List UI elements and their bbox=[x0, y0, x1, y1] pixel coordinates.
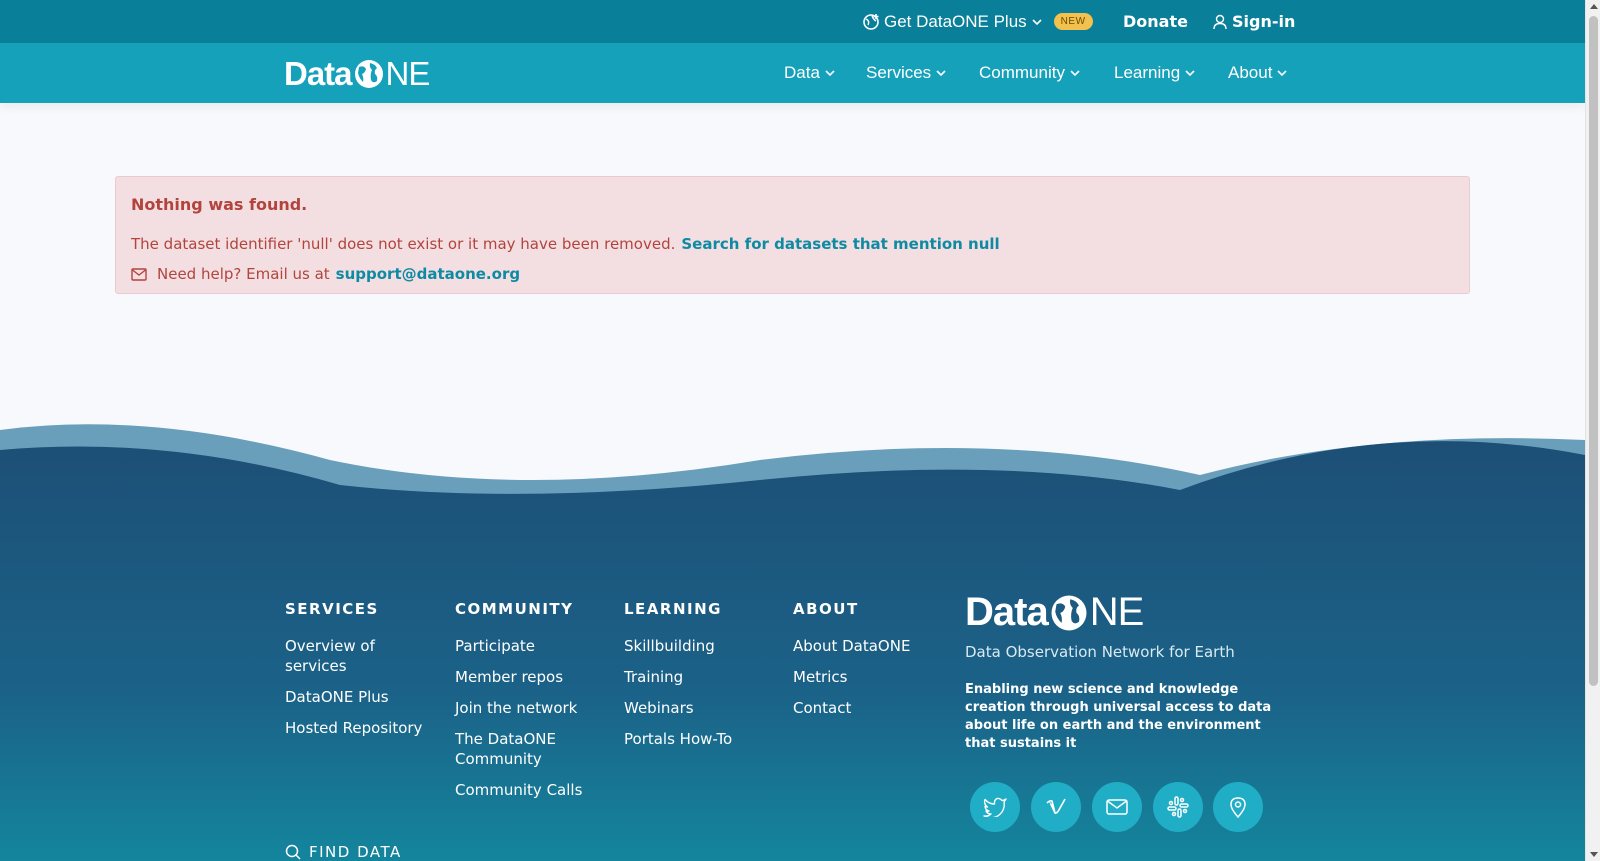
footer-logo[interactable]: Data NE bbox=[965, 590, 1295, 635]
chevron-down-icon bbox=[1277, 70, 1288, 77]
scroll-up-arrow[interactable] bbox=[1590, 4, 1598, 9]
footer-community: COMMUNITY Participate Member repos Join … bbox=[455, 600, 605, 811]
footer-link-about-dataone[interactable]: About DataONE bbox=[793, 636, 943, 656]
footer-heading-about: ABOUT bbox=[793, 600, 859, 618]
vimeo-button[interactable] bbox=[1031, 782, 1081, 832]
logo-data-text: Data bbox=[284, 55, 353, 92]
nav-about-label: About bbox=[1228, 63, 1273, 82]
find-data-link[interactable]: FIND DATA bbox=[285, 843, 402, 861]
get-dataone-plus-menu[interactable]: Get DataONE Plus NEW bbox=[862, 0, 1093, 43]
nav-learning[interactable]: Learning bbox=[1114, 43, 1195, 103]
donate-link[interactable]: Donate bbox=[1123, 0, 1188, 43]
footer-about: ABOUT About DataONE Metrics Contact bbox=[793, 600, 943, 729]
alert-title: Nothing was found. bbox=[131, 195, 308, 214]
chevron-down-icon bbox=[1032, 18, 1042, 25]
footer-link-participate[interactable]: Participate bbox=[455, 636, 605, 656]
chevron-down-icon bbox=[1185, 70, 1195, 77]
nav-services-label: Services bbox=[866, 63, 932, 82]
footer-link-metrics[interactable]: Metrics bbox=[793, 667, 943, 687]
sign-in-label: Sign-in bbox=[1232, 12, 1296, 31]
twitter-icon bbox=[983, 797, 1007, 817]
footer-link-portals-howto[interactable]: Portals How-To bbox=[624, 729, 774, 749]
globe-icon bbox=[1051, 595, 1087, 630]
nav-data[interactable]: Data bbox=[784, 43, 835, 103]
alert-message-text: The dataset identifier 'null' does not e… bbox=[131, 235, 676, 253]
footer-heading-community: COMMUNITY bbox=[455, 600, 574, 618]
location-icon bbox=[1230, 797, 1246, 818]
logo-ne-text: NE bbox=[385, 55, 431, 92]
footer-heading-learning: LEARNING bbox=[624, 600, 722, 618]
alert-help: Need help? Email us at support@dataone.o… bbox=[131, 265, 520, 283]
nav-community-label: Community bbox=[979, 63, 1065, 82]
dataone-logo[interactable]: Data NE bbox=[284, 55, 431, 93]
nav-services[interactable]: Services bbox=[866, 43, 946, 103]
not-found-alert: Nothing was found. The dataset identifie… bbox=[115, 176, 1470, 294]
mail-icon bbox=[1106, 799, 1128, 815]
footer-logo-ne-text: NE bbox=[1089, 590, 1145, 634]
new-badge: NEW bbox=[1053, 13, 1093, 30]
vimeo-icon bbox=[1046, 798, 1066, 814]
footer-link-overview[interactable]: Overview of services bbox=[285, 636, 435, 676]
footer-link-training[interactable]: Training bbox=[624, 667, 774, 687]
footer-link-contact[interactable]: Contact bbox=[793, 698, 943, 718]
nav-data-label: Data bbox=[784, 63, 820, 82]
chevron-down-icon bbox=[825, 70, 835, 77]
sign-in-link[interactable]: Sign-in bbox=[1213, 0, 1295, 43]
help-prefix: Need help? Email us at bbox=[157, 265, 330, 283]
footer-services: SERVICES Overview of services DataONE Pl… bbox=[285, 600, 435, 749]
footer-link-dataone-community[interactable]: The DataONE Community bbox=[455, 729, 605, 769]
footer-link-member-repos[interactable]: Member repos bbox=[455, 667, 605, 687]
footer-link-skillbuilding[interactable]: Skillbuilding bbox=[624, 636, 774, 656]
scroll-down-arrow[interactable] bbox=[1590, 852, 1598, 857]
footer-link-community-calls[interactable]: Community Calls bbox=[455, 780, 605, 800]
footer-tagline: Data Observation Network for Earth bbox=[965, 643, 1235, 661]
find-data-label: FIND DATA bbox=[309, 843, 402, 861]
get-dataone-plus-label: Get DataONE Plus bbox=[884, 11, 1027, 31]
location-button[interactable] bbox=[1213, 782, 1263, 832]
envelope-icon bbox=[131, 267, 147, 281]
globe-plus-icon bbox=[863, 13, 879, 30]
search-datasets-link[interactable]: Search for datasets that mention null bbox=[681, 235, 999, 253]
nav-about[interactable]: About bbox=[1228, 43, 1288, 103]
nav-learning-label: Learning bbox=[1114, 63, 1181, 82]
search-icon bbox=[285, 844, 301, 860]
email-button[interactable] bbox=[1092, 782, 1142, 832]
chevron-down-icon bbox=[1070, 70, 1080, 77]
footer-link-webinars[interactable]: Webinars bbox=[624, 698, 774, 718]
globe-icon bbox=[354, 60, 383, 88]
nav-community[interactable]: Community bbox=[979, 43, 1080, 103]
footer-logo-data-text: Data bbox=[965, 590, 1049, 634]
footer-brand: Data NE Data Observation Network for Ear… bbox=[965, 590, 1295, 753]
scroll-thumb[interactable] bbox=[1589, 16, 1598, 686]
alert-message: The dataset identifier 'null' does not e… bbox=[131, 235, 1000, 253]
support-email-link[interactable]: support@dataone.org bbox=[336, 265, 520, 283]
slack-icon bbox=[1167, 796, 1189, 818]
footer-link-hosted-repo[interactable]: Hosted Repository bbox=[285, 718, 435, 738]
slack-button[interactable] bbox=[1153, 782, 1203, 832]
footer-link-join-network[interactable]: Join the network bbox=[455, 698, 605, 718]
page-scrollbar[interactable] bbox=[1585, 0, 1600, 861]
footer-heading-services: SERVICES bbox=[285, 600, 379, 618]
user-icon bbox=[1213, 14, 1227, 29]
footer-mission: Enabling new science and knowledge creat… bbox=[965, 682, 1272, 751]
utility-bar: Get DataONE Plus NEW Donate Sign-in bbox=[0, 0, 1585, 43]
chevron-down-icon bbox=[936, 70, 946, 77]
footer-link-dataone-plus[interactable]: DataONE Plus bbox=[285, 687, 435, 707]
footer-learning: LEARNING Skillbuilding Training Webinars… bbox=[624, 600, 774, 760]
main-nav: Data NE Data Services Community Learning… bbox=[0, 43, 1585, 103]
twitter-button[interactable] bbox=[970, 782, 1020, 832]
